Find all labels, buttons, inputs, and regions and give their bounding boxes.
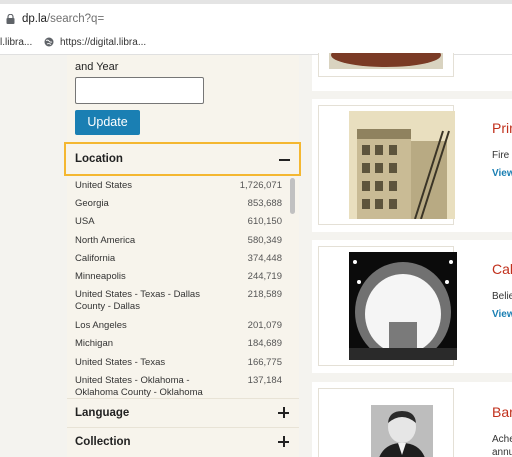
location-count: 853,688: [247, 198, 282, 209]
lock-icon: [6, 14, 15, 24]
location-name: North America: [75, 235, 136, 246]
result-card: Cal Belie View: [312, 240, 512, 373]
result-description: Ache: [492, 434, 512, 445]
location-count: 610,150: [247, 216, 282, 227]
url-text[interactable]: dp.la/search?q=: [22, 13, 104, 25]
result-thumbnail[interactable]: [318, 246, 457, 366]
result-description: annu: [492, 447, 512, 457]
result-description: Belie: [492, 291, 512, 302]
result-title[interactable]: Prin: [492, 120, 512, 136]
bookmarks-bar: l.libra... https://digital.libra...: [0, 33, 512, 55]
location-facet-title: Location: [75, 153, 123, 165]
browser-window: dp.la/search?q= l.libra... https://digit…: [0, 0, 512, 457]
collapse-icon[interactable]: [279, 159, 290, 161]
location-count: 218,589: [247, 289, 282, 300]
url-host: dp.la: [22, 13, 47, 25]
result-title[interactable]: Cal: [492, 261, 512, 277]
location-count: 184,689: [247, 338, 282, 349]
result-card: Bar Ache annu: [312, 382, 512, 457]
address-bar[interactable]: dp.la/search?q=: [0, 0, 512, 33]
result-title[interactable]: Bar: [492, 404, 512, 420]
result-description: Fire: [492, 150, 510, 161]
location-name: United States - Texas: [75, 357, 166, 368]
location-facet-header[interactable]: Location: [64, 142, 301, 176]
collection-facet-header[interactable]: Collection: [67, 427, 299, 456]
thumbnail-image: [371, 405, 433, 457]
bookmark-item[interactable]: l.libra...: [0, 37, 32, 48]
location-count: 374,448: [247, 253, 282, 264]
location-name: United States - Oklahoma - Oklahoma Coun…: [75, 375, 203, 398]
location-list-scrollbar[interactable]: [290, 178, 295, 214]
expand-icon[interactable]: [278, 407, 289, 418]
location-count: 166,775: [247, 357, 282, 368]
location-count: 244,719: [247, 271, 282, 282]
location-name: Minneapolis: [75, 271, 126, 282]
bookmark-label: https://digital.libra...: [60, 37, 147, 48]
location-list[interactable]: United States 1,726,071 Georgia 853,688 US…: [67, 176, 299, 398]
bookmark-item[interactable]: https://digital.libra...: [44, 37, 146, 48]
location-name: United States - Texas - Dallas County - …: [75, 289, 200, 312]
view-link[interactable]: View: [492, 309, 512, 320]
result-card: [312, 53, 512, 91]
result-card: Prin Fire View: [312, 99, 512, 232]
result-thumbnail[interactable]: [318, 388, 454, 457]
page-content: and Year Update Location United States 1,…: [0, 53, 512, 457]
expand-icon[interactable]: [278, 436, 289, 447]
location-count: 580,349: [247, 235, 282, 246]
location-name: Georgia: [75, 198, 109, 209]
url-path: /search?q=: [46, 13, 105, 25]
location-name: United States: [75, 180, 133, 191]
location-name: California: [75, 253, 116, 264]
thumbnail-image: [329, 53, 443, 69]
globe-icon: [44, 37, 54, 47]
collection-facet-title: Collection: [75, 436, 131, 448]
location-count: 201,079: [247, 320, 282, 331]
language-facet-title: Language: [75, 407, 130, 419]
update-button[interactable]: Update: [75, 110, 140, 135]
facet-sidebar: and Year Update Location United States 1,…: [64, 55, 301, 457]
location-count: 137,184: [247, 375, 282, 386]
year-input[interactable]: [75, 77, 204, 104]
view-link[interactable]: View: [492, 168, 512, 179]
location-name: Michigan: [75, 338, 114, 349]
thumbnail-image: [349, 111, 455, 219]
result-thumbnail[interactable]: [318, 53, 454, 77]
location-name: USA: [75, 216, 95, 227]
location-name: Los Angeles: [75, 320, 127, 331]
language-facet-header[interactable]: Language: [67, 398, 299, 427]
location-count: 1,726,071: [239, 180, 282, 191]
thumbnail-image: [349, 252, 457, 360]
year-label: and Year: [75, 61, 119, 73]
result-thumbnail[interactable]: [318, 105, 455, 225]
